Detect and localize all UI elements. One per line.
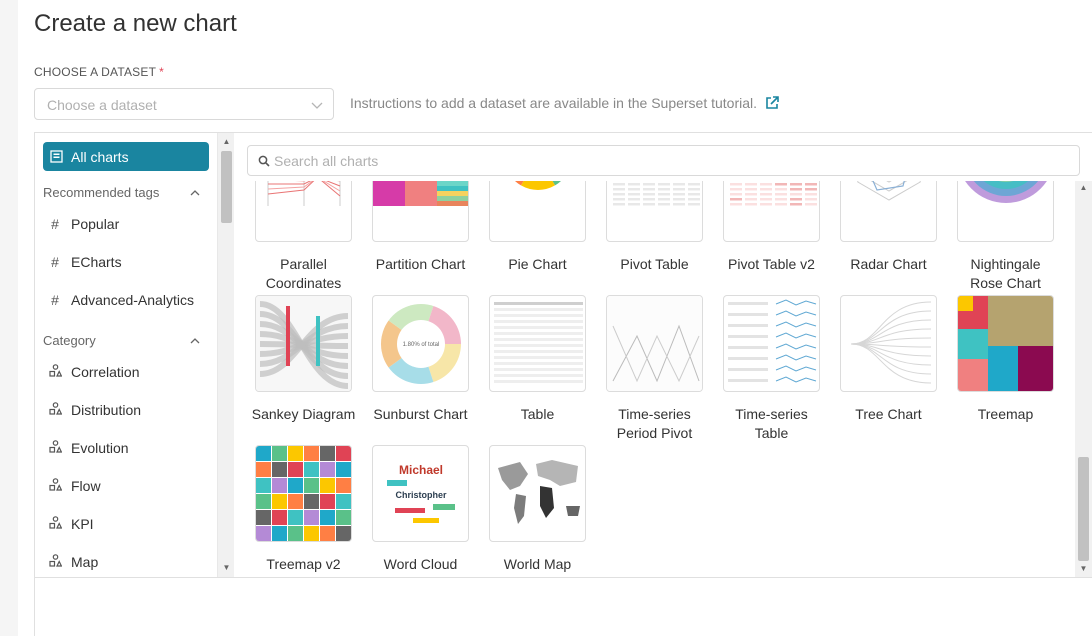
category-icon-wrap — [48, 402, 62, 418]
scroll-up-arrow-icon[interactable]: ▲ — [218, 135, 235, 149]
sidebar-item-label: KPI — [71, 516, 94, 532]
recommended-tags-header[interactable]: Recommended tags — [43, 185, 209, 200]
wordcloud-thumb-word: Michael — [399, 463, 443, 477]
wordcloud-thumb-word: Christopher — [395, 490, 447, 500]
chart-type-name[interactable]: Treemap — [947, 405, 1064, 424]
sidebar-scrollbar[interactable]: ▲ ▼ — [217, 133, 234, 577]
chart-grid: Parallel Coordinates Partition Chart Pie C… — [235, 181, 1075, 577]
category-icon — [49, 402, 62, 415]
chart-search-input[interactable]: Search all charts — [247, 145, 1080, 176]
sidebar-item-category[interactable]: Evolution — [43, 438, 209, 462]
sidebar-scroll-thumb[interactable] — [221, 151, 232, 223]
required-mark: * — [159, 65, 164, 79]
dataset-label-text: CHOOSE A DATASET — [34, 65, 156, 79]
category-header[interactable]: Category — [43, 333, 209, 348]
chart-thumbnail[interactable] — [957, 295, 1054, 392]
chart-thumbnail[interactable] — [723, 295, 820, 392]
chart-type-card[interactable]: Time-series Period Pivot — [596, 181, 713, 577]
tutorial-hint-text[interactable]: Instructions to add a dataset are availa… — [350, 95, 757, 111]
sidebar-item-category[interactable]: Map — [43, 552, 209, 576]
hash-icon: # — [48, 292, 62, 308]
sidebar-item-category[interactable]: Correlation — [43, 362, 209, 386]
chart-type-name[interactable]: Treemap v2 — [245, 555, 362, 574]
tutorial-hint[interactable]: Instructions to add a dataset are availa… — [350, 95, 779, 111]
sidebar-item-label: Advanced-Analytics — [71, 292, 194, 308]
sidebar-item-category[interactable]: KPI — [43, 514, 209, 538]
chart-type-card[interactable]: Michael Christopher Word Cloud — [362, 181, 479, 577]
category-icon-wrap — [48, 440, 62, 456]
scroll-up-arrow-icon[interactable]: ▲ — [1075, 181, 1092, 195]
scroll-down-arrow-icon[interactable]: ▼ — [218, 561, 235, 575]
chart-type-name[interactable]: Tree Chart — [830, 405, 947, 424]
sidebar-item-label: Map — [71, 554, 98, 570]
chevron-up-icon[interactable] — [189, 335, 201, 347]
sidebar-item-category[interactable]: Distribution — [43, 400, 209, 424]
chart-gallery: All charts Recommended tags # Popular # EC… — [34, 132, 1092, 636]
dataset-select-placeholder: Choose a dataset — [47, 97, 157, 113]
chart-type-name[interactable]: World Map — [479, 555, 596, 574]
left-gutter — [0, 0, 18, 636]
chart-type-name[interactable]: Word Cloud — [362, 555, 479, 574]
chevron-up-icon[interactable] — [189, 187, 201, 199]
category-icon — [49, 478, 62, 491]
sidebar-item-label: All charts — [71, 149, 129, 165]
chart-type-card[interactable]: Treemap — [947, 181, 1064, 577]
chart-type-name[interactable]: Time-series Period Pivot — [596, 405, 713, 443]
chart-search-placeholder: Search all charts — [274, 153, 378, 169]
search-icon — [258, 155, 270, 167]
sidebar-item-tag[interactable]: # Popular — [43, 214, 209, 238]
hash-icon: # — [48, 216, 62, 232]
sidebar-item-label: Evolution — [71, 440, 129, 456]
chart-thumbnail[interactable]: Michael Christopher — [372, 445, 469, 542]
sidebar-item-label: Distribution — [71, 402, 141, 418]
chart-thumbnail[interactable] — [255, 445, 352, 542]
grid-icon — [50, 150, 63, 163]
dataset-select[interactable]: Choose a dataset — [34, 88, 334, 120]
category-icon — [49, 440, 62, 453]
chart-grid-scrollbar[interactable]: ▲ ▼ — [1075, 181, 1092, 577]
recommended-tags-label: Recommended tags — [43, 185, 159, 200]
category-icon — [49, 554, 62, 567]
sidebar-item-label: Correlation — [71, 364, 139, 380]
category-icon-wrap — [48, 364, 62, 380]
chart-grid-scroll-thumb[interactable] — [1078, 457, 1089, 561]
chart-type-name[interactable]: Time-series Table — [713, 405, 830, 443]
chart-type-card[interactable]: Time-series Table — [713, 181, 830, 577]
chart-thumbnail[interactable] — [489, 445, 586, 542]
chart-description-panel — [35, 577, 1092, 636]
category-icon — [49, 516, 62, 529]
page-title: Create a new chart — [34, 10, 237, 38]
category-icon-wrap — [48, 478, 62, 494]
dataset-label: CHOOSE A DATASET * — [34, 65, 164, 79]
sidebar-item-label: Popular — [71, 216, 119, 232]
chevron-down-icon — [310, 98, 324, 112]
chart-type-card[interactable]: Tree Chart — [830, 181, 947, 577]
category-icon-wrap — [48, 516, 62, 532]
chart-thumbnail[interactable] — [606, 295, 703, 392]
external-link-icon[interactable] — [765, 96, 779, 110]
category-icon-wrap — [48, 554, 62, 570]
sidebar-item-label: ECharts — [71, 254, 122, 270]
hash-icon: # — [48, 254, 62, 270]
sidebar-item-tag[interactable]: # Advanced-Analytics — [43, 290, 209, 314]
category-icon — [49, 364, 62, 377]
chart-type-card[interactable]: Treemap v2 — [245, 181, 362, 577]
chart-type-sidebar: All charts Recommended tags # Popular # EC… — [35, 133, 217, 577]
chart-thumbnail[interactable] — [840, 295, 937, 392]
sidebar-item-all-charts[interactable]: All charts — [43, 142, 209, 171]
sidebar-item-category[interactable]: Flow — [43, 476, 209, 500]
scroll-down-arrow-icon[interactable]: ▼ — [1075, 562, 1092, 576]
sidebar-item-label: Flow — [71, 478, 101, 494]
category-label: Category — [43, 333, 96, 348]
sidebar-item-tag[interactable]: # ECharts — [43, 252, 209, 276]
chart-type-card[interactable]: World Map — [479, 181, 596, 577]
